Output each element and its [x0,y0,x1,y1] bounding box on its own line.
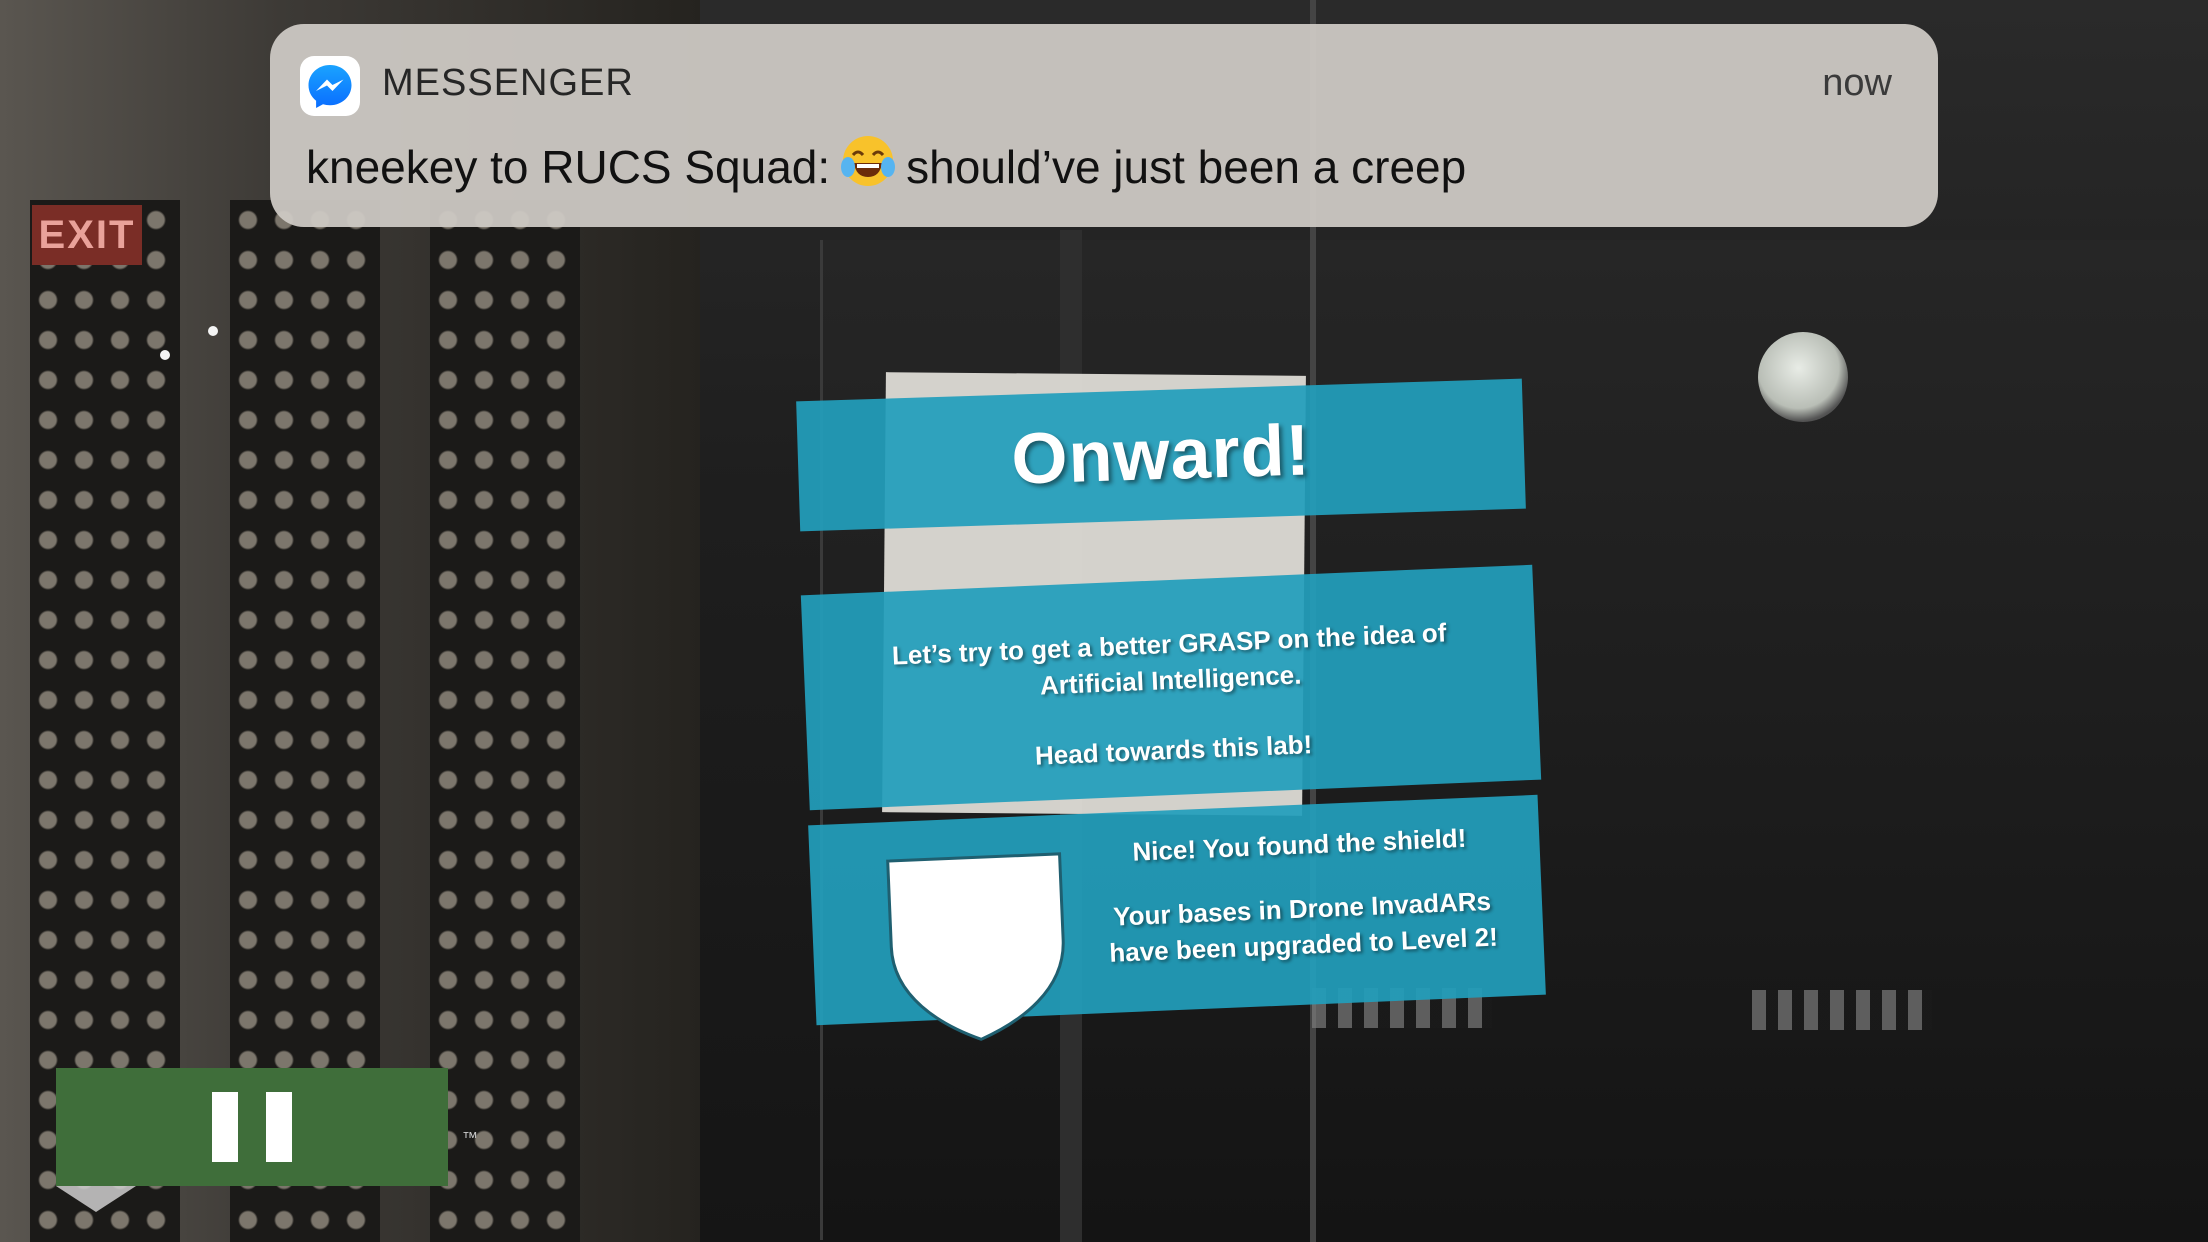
notification-text: should’ve just been a creep [906,141,1467,193]
info-panel: Let’s try to get a better GRASP on the i… [800,564,1542,811]
messenger-notification[interactable]: MESSENGER now kneekey to RUCS Squad: sho… [270,24,1938,227]
messenger-icon [300,56,360,116]
down-arrow-icon [56,1186,136,1212]
trademark-mark: ™ [462,1130,478,1147]
laughing-emoji-icon [840,133,896,200]
panel-vent [1752,990,1932,1030]
info-line-3: Head towards this lab! [1034,729,1313,771]
notification-time: now [1822,62,1892,104]
reward-line-1: Nice! You found the shield! [1131,822,1467,867]
ceiling-light [160,350,170,360]
reward-panel: Nice! You found the shield! Your bases i… [808,794,1546,1041]
panel-title: Onward! [1010,410,1312,500]
notification-app-name: MESSENGER [382,62,634,104]
round-lamp [1758,332,1848,422]
shield-icon [884,850,1072,1047]
exit-sign: EXIT [32,205,142,265]
hardware-rack [430,200,580,1242]
pause-button[interactable] [56,1068,448,1186]
notification-message: kneekey to RUCS Squad: should’ve just be… [306,136,1467,200]
pause-icon [266,1092,292,1162]
ceiling-light [208,326,218,336]
pause-icon [212,1092,238,1162]
notification-sender: kneekey to RUCS Squad: [306,141,831,193]
reward-text: Nice! You found the shield! Your bases i… [1089,818,1514,971]
onward-title-panel: Onward! [796,378,1526,532]
